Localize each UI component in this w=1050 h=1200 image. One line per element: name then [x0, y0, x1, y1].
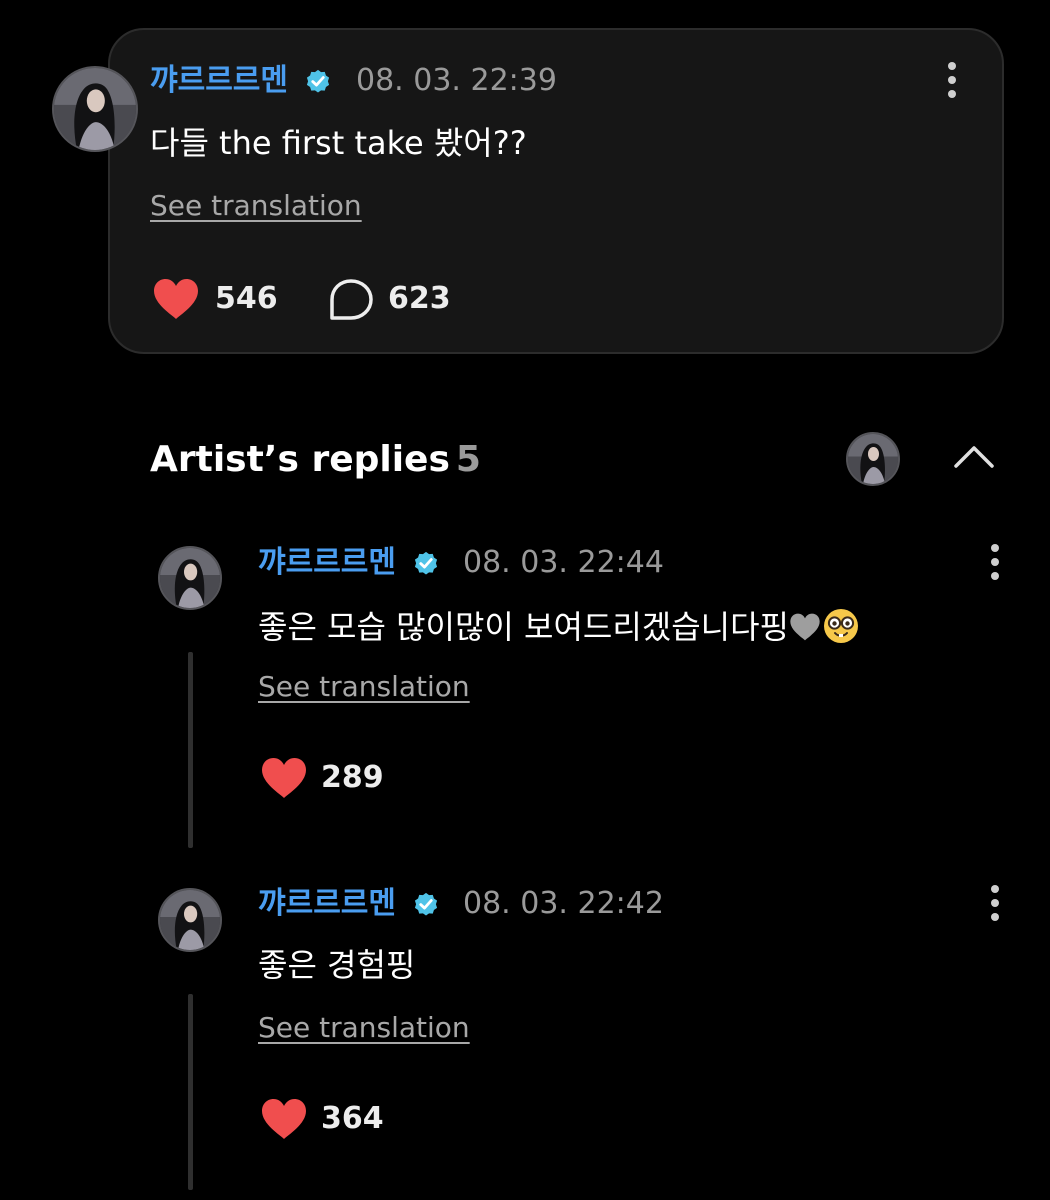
artist-replies-title: Artist’s replies	[150, 439, 450, 480]
verified-badge-icon	[304, 67, 332, 95]
reply-kebab-menu-icon[interactable]	[985, 883, 1005, 923]
comment-bubble-icon[interactable]	[328, 278, 374, 322]
post-author-avatar[interactable]	[52, 66, 138, 152]
reply-author-name[interactable]: 꺄르르르멘	[258, 889, 396, 919]
reply-text-content: 좋은 모습 많이많이 보여드리겠습니다핑	[258, 608, 789, 646]
reply-like-count: 289	[321, 760, 384, 795]
post-author-name[interactable]: 꺄르르르멘	[150, 66, 288, 96]
artist-replies-count: 5	[455, 439, 481, 480]
artist-avatar[interactable]	[846, 432, 900, 486]
grey-heart-emoji	[789, 612, 821, 642]
verified-badge-icon	[412, 890, 440, 918]
reply-author-avatar[interactable]	[158, 888, 222, 952]
reply-see-translation-link[interactable]: See translation	[258, 1014, 470, 1042]
reply-timestamp: 08. 03. 22:44	[463, 545, 664, 580]
reply-author-avatar[interactable]	[158, 546, 222, 610]
post-like-count: 546	[215, 281, 278, 316]
reply-kebab-menu-icon[interactable]	[985, 542, 1005, 582]
reply-timestamp: 08. 03. 22:42	[463, 886, 664, 921]
reply-heart-icon[interactable]	[260, 1098, 308, 1140]
reply-author-name[interactable]: 꺄르르르멘	[258, 548, 396, 578]
thread-line	[188, 652, 193, 848]
post-heart-icon[interactable]	[152, 278, 200, 320]
nerd-face-emoji	[823, 608, 859, 644]
reply-see-translation-link[interactable]: See translation	[258, 673, 470, 701]
thread-line	[188, 994, 193, 1190]
post-timestamp: 08. 03. 22:39	[356, 63, 557, 98]
reply-text: 좋은 경험핑	[258, 946, 416, 984]
chevron-up-icon[interactable]	[952, 442, 996, 470]
reply-like-count: 364	[321, 1101, 384, 1136]
verified-badge-icon	[412, 549, 440, 577]
post-text: 다들 the first take 봤어??	[150, 124, 527, 162]
post-kebab-menu-icon[interactable]	[942, 60, 962, 100]
post-comment-count: 623	[388, 281, 451, 316]
reply-heart-icon[interactable]	[260, 757, 308, 799]
post-see-translation-link[interactable]: See translation	[150, 192, 362, 220]
artist-replies-heading: Artist’s replies 5	[150, 442, 481, 478]
reply-text: 좋은 모습 많이많이 보여드리겠습니다핑	[258, 608, 859, 644]
